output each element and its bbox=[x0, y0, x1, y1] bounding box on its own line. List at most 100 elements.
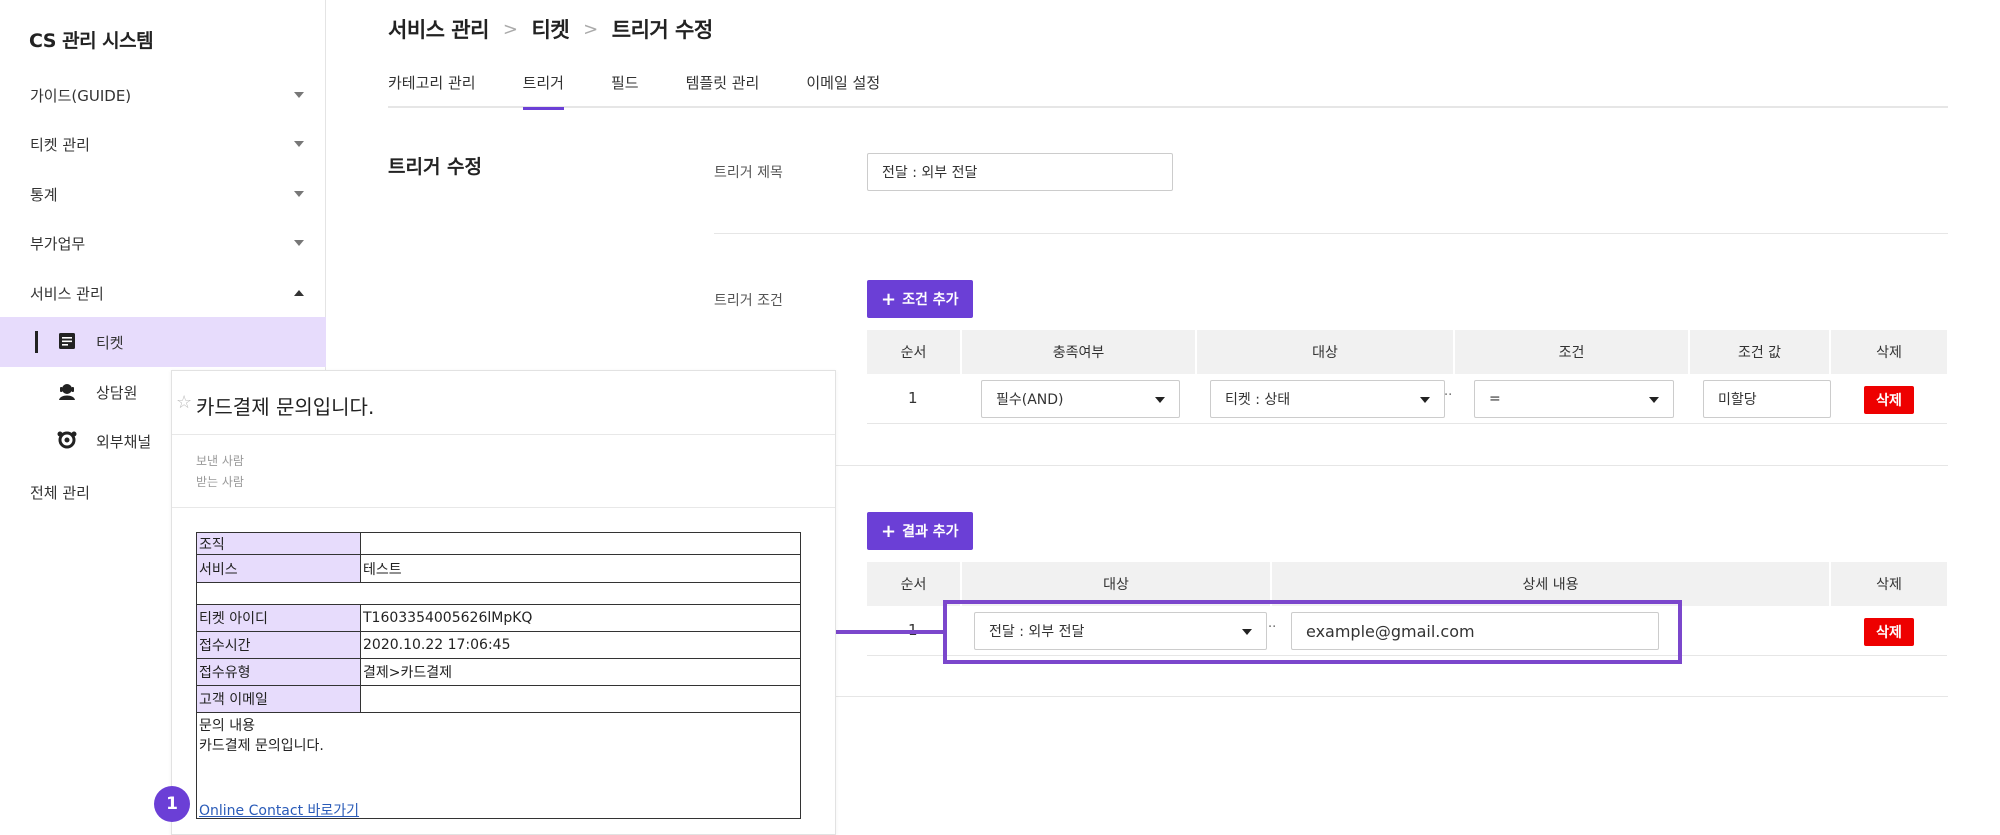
chevron-right-icon: > bbox=[502, 18, 518, 40]
breadcrumb-current: 트리거 수정 bbox=[611, 18, 713, 42]
tab-template[interactable]: 템플릿 관리 bbox=[686, 62, 760, 108]
step-badge: 1 bbox=[154, 786, 190, 822]
breadcrumb: 서비스 관리 > 티켓 > 트리거 수정 bbox=[388, 14, 713, 44]
row-key: 접수시간 bbox=[197, 632, 361, 658]
separator-dots: ·· bbox=[1444, 388, 1453, 403]
sidebar-item-label: 전체 관리 bbox=[30, 483, 90, 502]
add-result-button[interactable]: + 결과 추가 bbox=[867, 512, 973, 550]
email-preview: ☆ 카드결제 문의입니다. 보낸 사람 받는 사람 조직 서비스 테스트 티켓 … bbox=[171, 370, 836, 835]
sidebar-item-label: 티켓 관리 bbox=[30, 135, 90, 154]
chevron-right-icon: > bbox=[583, 18, 598, 40]
sidebar-item-label: 부가업무 bbox=[30, 234, 86, 253]
sidebar-item-label: 통계 bbox=[30, 185, 58, 204]
table-row-border bbox=[867, 423, 1947, 424]
row-value: 테스트 bbox=[363, 561, 402, 578]
column-header: 조건 값 bbox=[1737, 345, 1782, 361]
sidebar-subitem-label: 티켓 bbox=[96, 333, 124, 352]
star-icon[interactable]: ☆ bbox=[176, 392, 192, 413]
sidebar-item-extra-work[interactable]: 부가업무 bbox=[0, 219, 326, 267]
app-title: CS 관리 시스템 bbox=[29, 30, 154, 52]
sidebar-item-guide[interactable]: 가이드(GUIDE) bbox=[0, 71, 326, 119]
caret-down-icon bbox=[1155, 397, 1165, 403]
email-subject: 카드결제 문의입니다. bbox=[196, 395, 375, 419]
fulfill-select[interactable]: 필수(AND) bbox=[981, 380, 1180, 418]
divider bbox=[714, 696, 1948, 697]
document-icon bbox=[59, 333, 75, 349]
tab-trigger[interactable]: 트리거 bbox=[522, 62, 565, 110]
sidebar-item-service-management[interactable]: 서비스 관리 bbox=[0, 269, 326, 317]
add-condition-button[interactable]: + 조건 추가 bbox=[867, 280, 973, 318]
add-result-label: 결과 추가 bbox=[902, 524, 959, 540]
caret-down-icon bbox=[1649, 397, 1659, 403]
chevron-down-icon bbox=[294, 191, 304, 197]
sidebar-item-label: 가이드(GUIDE) bbox=[30, 86, 132, 105]
chevron-down-icon bbox=[294, 240, 304, 246]
tab-category[interactable]: 카테고리 관리 bbox=[388, 62, 476, 108]
condition-value-input[interactable]: 미할당 bbox=[1703, 380, 1831, 418]
column-header: 순서 bbox=[900, 345, 927, 361]
tab-field[interactable]: 필드 bbox=[611, 62, 639, 108]
add-condition-label: 조건 추가 bbox=[902, 292, 959, 308]
column-header: 대상 bbox=[1312, 345, 1338, 361]
plus-icon: + bbox=[881, 288, 897, 310]
breadcrumb-item[interactable]: 티켓 bbox=[532, 14, 570, 44]
fulfill-select-value: 필수(AND) bbox=[996, 392, 1064, 408]
arrow-line bbox=[832, 630, 943, 634]
trigger-condition-label: 트리거 조건 bbox=[714, 293, 783, 309]
sidebar-item-statistics[interactable]: 통계 bbox=[0, 170, 326, 218]
sidebar-subitem-ticket[interactable]: 티켓 bbox=[0, 317, 326, 367]
row-value: T1603354005626lMpKQ bbox=[363, 610, 533, 626]
caret-down-icon bbox=[1420, 397, 1430, 403]
row-key: 티켓 아이디 bbox=[197, 605, 361, 631]
divider bbox=[714, 233, 1948, 234]
chevron-down-icon bbox=[294, 141, 304, 147]
section-title: 트리거 수정 bbox=[388, 156, 483, 178]
active-indicator bbox=[35, 331, 38, 353]
online-contact-link[interactable]: Online Contact 바로가기 bbox=[199, 800, 359, 820]
inquiry-label: 문의 내용 bbox=[199, 718, 255, 734]
column-header: 조건 bbox=[1558, 345, 1585, 361]
trigger-title-input[interactable]: 전달 : 외부 전달 bbox=[867, 153, 1173, 191]
row-value: 2020.10.22 17:06:45 bbox=[363, 637, 511, 653]
operator-select[interactable]: = bbox=[1474, 380, 1674, 418]
target-select[interactable]: 티켓 : 상태 bbox=[1210, 380, 1445, 418]
table-row: 접수시간 2020.10.22 17:06:45 bbox=[197, 632, 800, 659]
email-header: ☆ 카드결제 문의입니다. bbox=[172, 371, 835, 435]
divider bbox=[172, 507, 835, 508]
column-header: 충족여부 bbox=[1052, 345, 1105, 361]
breadcrumb-item[interactable]: 서비스 관리 bbox=[388, 14, 489, 44]
row-key: 고객 이메일 bbox=[197, 686, 361, 712]
sender-label: 보낸 사람 bbox=[196, 454, 244, 468]
table-row: 서비스 테스트 bbox=[197, 555, 800, 583]
sidebar-item-ticket-management[interactable]: 티켓 관리 bbox=[0, 120, 326, 168]
trigger-title-label: 트리거 제목 bbox=[714, 165, 783, 181]
delete-result-button[interactable]: 삭제 bbox=[1864, 618, 1914, 646]
row-key: 서비스 bbox=[197, 555, 361, 582]
table-row: 접수유형 결제>카드결제 bbox=[197, 659, 800, 686]
target-select-value: 티켓 : 상태 bbox=[1225, 392, 1291, 408]
chevron-up-icon bbox=[294, 290, 304, 296]
row-key: 접수유형 bbox=[197, 659, 361, 685]
delete-condition-button[interactable]: 삭제 bbox=[1864, 386, 1914, 414]
table-row-empty bbox=[197, 583, 800, 605]
divider bbox=[714, 465, 1948, 466]
sidebar-subitem-label: 외부채널 bbox=[96, 432, 152, 451]
tab-bar: 카테고리 관리 트리거 필드 템플릿 관리 이메일 설정 bbox=[388, 62, 1948, 110]
sidebar-item-label: 서비스 관리 bbox=[30, 284, 104, 303]
row-key: 조직 bbox=[197, 533, 361, 554]
table-row: 티켓 아이디 T1603354005626lMpKQ bbox=[197, 605, 800, 632]
table-row: 조직 bbox=[197, 533, 800, 555]
channel-icon bbox=[57, 431, 77, 449]
condition-order: 1 bbox=[908, 389, 918, 407]
receiver-label: 받는 사람 bbox=[196, 475, 244, 489]
column-header: 삭제 bbox=[1876, 577, 1902, 593]
table-row: 고객 이메일 bbox=[197, 686, 800, 713]
inquiry-text: 카드결제 문의입니다. bbox=[199, 738, 324, 754]
chevron-down-icon bbox=[294, 92, 304, 98]
column-header: 삭제 bbox=[1876, 345, 1902, 361]
tab-email-settings[interactable]: 이메일 설정 bbox=[806, 62, 880, 108]
agent-icon bbox=[59, 384, 75, 400]
highlight-box bbox=[943, 600, 1682, 664]
condition-table-header: 순서 충족여부 대상 조건 조건 값 삭제 bbox=[867, 330, 1947, 374]
operator-select-value: = bbox=[1489, 391, 1501, 407]
